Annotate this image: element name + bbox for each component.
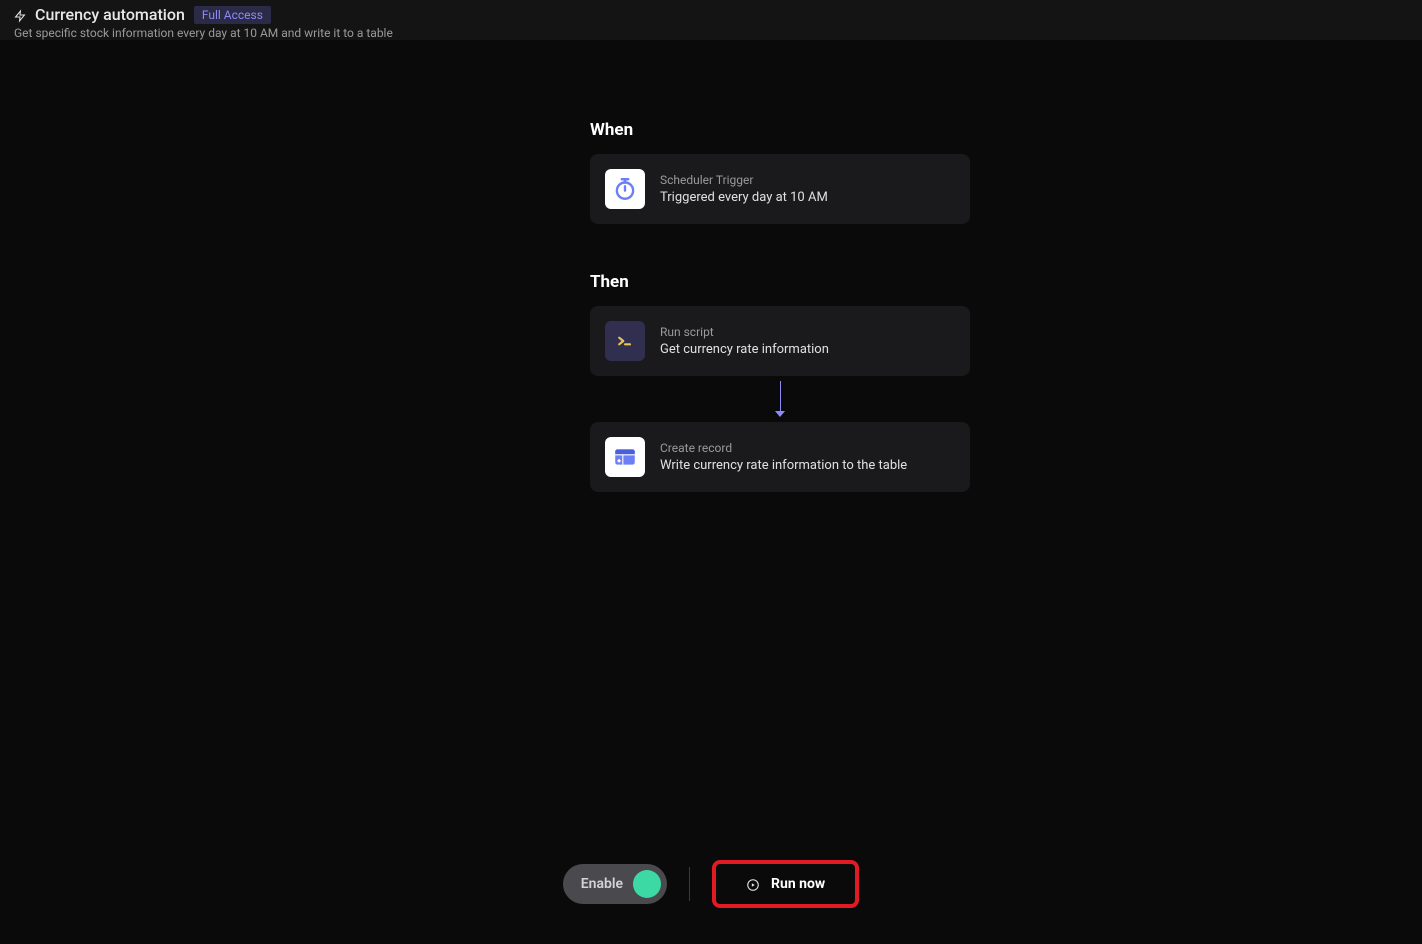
automation-canvas[interactable]: When Scheduler Trigger Triggered every d… bbox=[0, 40, 1422, 944]
bolt-icon bbox=[14, 8, 26, 22]
step-node-create-record[interactable]: Create record Write currency rate inform… bbox=[590, 422, 970, 492]
play-icon bbox=[746, 877, 760, 891]
run-now-label: Run now bbox=[771, 876, 825, 892]
step-node-run-script[interactable]: Run script Get currency rate information bbox=[590, 306, 970, 376]
toggle-knob bbox=[633, 870, 661, 898]
then-section-label: Then bbox=[590, 272, 970, 292]
trigger-type-label: Scheduler Trigger bbox=[660, 173, 828, 187]
enable-toggle[interactable]: Enable bbox=[563, 864, 667, 904]
trigger-node[interactable]: Scheduler Trigger Triggered every day at… bbox=[590, 154, 970, 224]
enable-label: Enable bbox=[581, 876, 623, 892]
step-type-label: Create record bbox=[660, 441, 907, 455]
page-subtitle: Get specific stock information every day… bbox=[14, 26, 1408, 40]
scheduler-icon bbox=[605, 169, 645, 209]
when-section-label: When bbox=[590, 120, 970, 140]
step-description: Write currency rate information to the t… bbox=[660, 458, 907, 473]
terminal-icon bbox=[605, 321, 645, 361]
page-title: Currency automation bbox=[35, 5, 185, 24]
step-type-label: Run script bbox=[660, 325, 829, 339]
divider bbox=[689, 867, 690, 901]
page-header: Currency automation Full Access Get spec… bbox=[0, 0, 1422, 40]
trigger-description: Triggered every day at 10 AM bbox=[660, 190, 828, 205]
step-description: Get currency rate information bbox=[660, 342, 829, 357]
footer-toolbar: Enable Run now bbox=[0, 824, 1422, 944]
run-now-button[interactable]: Run now bbox=[712, 860, 859, 908]
connector-arrow bbox=[590, 376, 970, 422]
access-badge: Full Access bbox=[194, 6, 271, 24]
table-icon bbox=[605, 437, 645, 477]
